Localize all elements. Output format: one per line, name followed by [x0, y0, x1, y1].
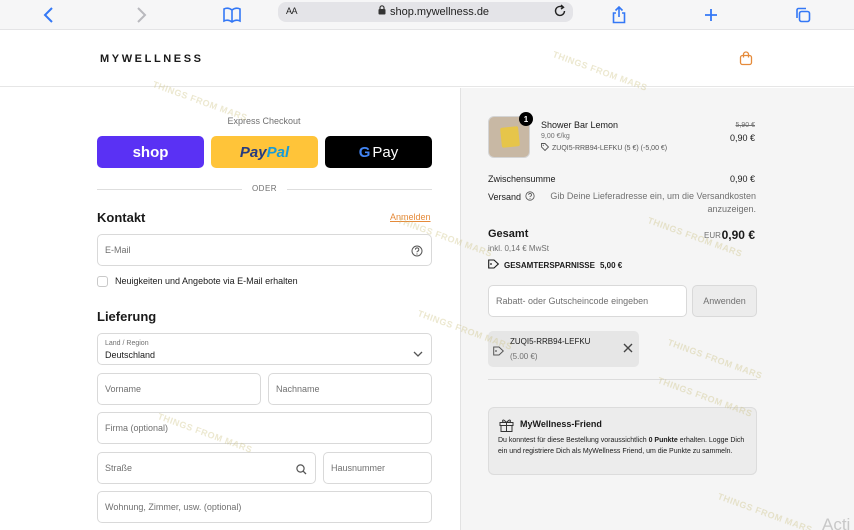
product-discount-text: ZUQI5-RRB94-LEFKU (5 €) (-5,00 €) [552, 144, 668, 152]
applied-amount: (5.00 €) [510, 352, 538, 361]
loyalty-text-prefix: Du konntest für diese Bestellung vorauss… [498, 437, 649, 444]
logo[interactable]: MYWELLNESS [100, 53, 204, 65]
loyalty-points: 0 Punkte [648, 437, 678, 444]
total-savings: GESAMTERSPARNISSE 5,00 € [488, 259, 622, 271]
first-name-field[interactable]: Vorname [97, 373, 261, 405]
paypal-button[interactable]: Pay Pal [211, 136, 318, 168]
google-g-icon: G [358, 143, 371, 161]
url-text: shop.mywellness.de [390, 5, 490, 18]
google-pay-button[interactable]: G Pay [325, 136, 432, 168]
bookmarks-icon[interactable] [221, 4, 243, 26]
applied-discount-chip: ZUQI5-RRB94-LEFKU (5.00 €) [488, 331, 639, 367]
last-name-placeholder: Nachname [276, 384, 320, 394]
reload-icon[interactable] [553, 4, 567, 21]
new-tab-icon[interactable] [700, 4, 722, 26]
back-icon[interactable] [38, 4, 60, 26]
total-label: Gesamt [488, 228, 529, 240]
discount-code-placeholder: Rabatt- oder Gutscheincode eingeben [496, 296, 649, 306]
country-select[interactable]: Land / Region Deutschland [97, 333, 432, 365]
browser-toolbar: AA shop.mywellness.de [0, 0, 854, 30]
house-number-field[interactable]: Hausnummer [323, 452, 432, 484]
newsletter-label: Neuigkeiten und Angebote via E-Mail erha… [115, 276, 298, 286]
help-icon[interactable] [411, 244, 423, 262]
company-field[interactable]: Firma (optional) [97, 412, 432, 444]
subtotal-value: 0,90 € [729, 174, 755, 184]
chevron-down-icon [413, 345, 423, 363]
order-summary: Shower Bar Lemon 9,00 €/kg ZUQI5-RRB94-L… [460, 88, 854, 530]
soap-bar-icon [500, 126, 520, 148]
checkout-form: Express Checkout shop Pay Pal G Pay ODER … [0, 88, 460, 530]
email-placeholder: E-Mail [105, 245, 131, 255]
newsletter-option[interactable]: Neuigkeiten und Angebote via E-Mail erha… [97, 274, 298, 288]
shipping-row: Versand [488, 191, 535, 203]
login-link[interactable]: Anmelden [390, 212, 431, 222]
search-icon [296, 462, 307, 480]
street-placeholder: Straße [105, 463, 133, 473]
share-icon[interactable] [608, 4, 630, 26]
product-price: 0,90 € [729, 133, 755, 143]
contact-title: Kontakt [97, 210, 146, 225]
product-name: Shower Bar Lemon [541, 120, 619, 130]
loyalty-box: MyWellness-Friend Du konntest für diese … [488, 407, 757, 475]
savings-tag-icon [488, 259, 500, 271]
country-select-label: Land / Region [105, 340, 149, 347]
first-name-placeholder: Vorname [105, 384, 142, 394]
apply-discount-button[interactable]: Anwenden [692, 285, 757, 317]
shop-pay-button[interactable]: shop [97, 136, 204, 168]
shipping-label: Versand [488, 192, 522, 202]
product-old-price: 5,90 € [735, 122, 755, 129]
company-placeholder: Firma (optional) [105, 423, 169, 433]
remove-discount-icon[interactable] [622, 341, 634, 359]
quantity-badge: 1 [519, 112, 533, 126]
apartment-placeholder: Wohnung, Zimmer, usw. (optional) [105, 502, 242, 512]
forward-icon[interactable] [130, 4, 152, 26]
tabs-overview-icon[interactable] [792, 4, 814, 26]
reader-settings-button[interactable]: AA [286, 6, 298, 16]
savings-value: 5,00 € [599, 260, 623, 270]
delivery-title: Lieferung [97, 309, 157, 324]
shipping-help-icon[interactable] [525, 191, 535, 203]
google-pay-label: Pay [372, 143, 399, 161]
email-field[interactable]: E-Mail [97, 234, 432, 266]
subtotal-label: Zwischensumme [488, 174, 556, 184]
total-value: 0,90 € [721, 228, 755, 242]
product-discount: ZUQI5-RRB94-LEFKU (5 €) (-5,00 €) [541, 143, 667, 153]
express-checkout-label: Express Checkout [227, 116, 301, 126]
total-currency: EUR [704, 231, 721, 240]
savings-label: GESAMTERSPARNISSE [504, 260, 595, 270]
or-divider: ODER [97, 184, 432, 194]
overlay-text: Acti [822, 515, 851, 530]
shop-pay-label: shop [132, 143, 169, 161]
lock-icon [378, 5, 386, 18]
loyalty-title: MyWellness-Friend [520, 419, 602, 429]
house-number-placeholder: Hausnummer [331, 463, 386, 473]
applied-code: ZUQI5-RRB94-LEFKU [510, 337, 591, 346]
product-unit-price: 9,00 €/kg [541, 133, 570, 140]
newsletter-checkbox[interactable] [97, 275, 108, 287]
street-field[interactable]: Straße [97, 452, 316, 484]
discount-tag-icon [493, 343, 505, 361]
shipping-note: Gib Deine Lieferadresse ein, um die Vers… [550, 191, 756, 214]
last-name-field[interactable]: Nachname [268, 373, 432, 405]
site-header: MYWELLNESS [0, 31, 854, 87]
paypal-label-part2: Pal [266, 143, 290, 161]
address-bar[interactable]: AA shop.mywellness.de [278, 2, 573, 22]
shopping-bag-icon[interactable] [739, 51, 753, 71]
paypal-label-part1: Pay [239, 143, 267, 161]
loyalty-text: Du konntest für diese Bestellung vorauss… [498, 435, 748, 457]
tag-icon [541, 143, 550, 153]
or-label: ODER [251, 184, 278, 193]
country-select-value: Deutschland [105, 350, 156, 360]
vat-note: inkl. 0,14 € MwSt [488, 244, 549, 253]
discount-code-input[interactable]: Rabatt- oder Gutscheincode eingeben [488, 285, 687, 317]
summary-divider [488, 379, 757, 380]
apartment-field[interactable]: Wohnung, Zimmer, usw. (optional) [97, 491, 432, 523]
